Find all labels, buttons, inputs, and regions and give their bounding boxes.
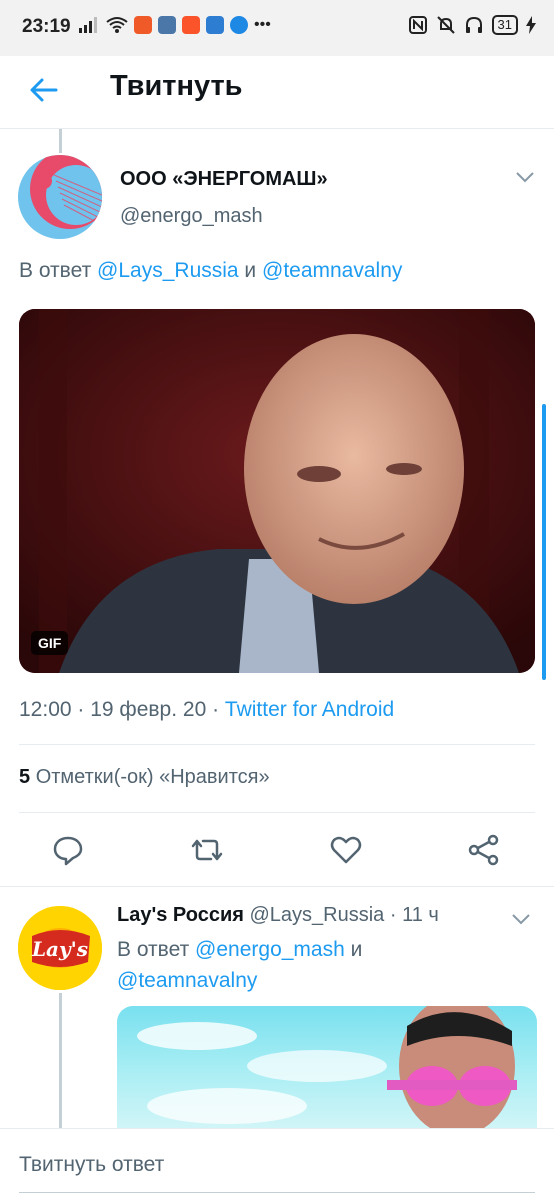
tweet-time: 12:00	[19, 698, 72, 721]
input-underline	[19, 1192, 535, 1193]
like-heart-icon[interactable]	[328, 832, 364, 868]
reply-prefix: В ответ	[19, 259, 98, 282]
share-icon[interactable]	[466, 832, 502, 868]
author-handle[interactable]: @energo_mash	[120, 205, 263, 228]
battery-indicator: 31	[491, 15, 518, 35]
mute-icon	[436, 16, 455, 34]
shield-app-icon	[206, 16, 224, 34]
status-icons-right: 31	[408, 15, 536, 35]
lays-logo-text: Lay's	[31, 937, 88, 961]
more-notifications-icon: •••	[254, 16, 271, 33]
divider	[0, 886, 554, 887]
wifi-icon	[106, 17, 128, 33]
meta-dot: ·	[389, 904, 403, 926]
tweet-source-link[interactable]: Twitter for Android	[225, 698, 394, 721]
scrollbar[interactable]	[542, 404, 546, 680]
reply-media[interactable]	[117, 1006, 537, 1136]
reply-icon[interactable]	[50, 832, 86, 868]
brave-icon	[182, 16, 200, 34]
chevron-down-icon[interactable]	[510, 912, 532, 926]
mention-link[interactable]: @Lays_Russia	[97, 259, 239, 282]
status-icons-left: •••	[78, 16, 271, 34]
avatar[interactable]	[18, 155, 102, 239]
reply-composer[interactable]: Твитнуть ответ	[0, 1128, 554, 1201]
tweet-gif[interactable]: GIF	[19, 309, 535, 673]
app-notification-icon	[134, 16, 152, 34]
likes-label: Отметки(-ок) «Нравится»	[35, 766, 270, 788]
reply-and: и	[344, 938, 363, 961]
likes-count-row[interactable]: 5 Отметки(-ок) «Нравится»	[19, 766, 270, 789]
reply-context: В ответ @energo_mash и @teamnavalny	[117, 934, 477, 996]
reply-context: В ответ @Lays_Russia и @teamnavalny	[19, 259, 402, 283]
divider	[19, 812, 535, 813]
gif-badge: GIF	[31, 631, 69, 655]
reply-and: и	[238, 259, 262, 282]
browser-icon	[230, 16, 248, 34]
avatar[interactable]: Lay's	[18, 906, 102, 990]
tweet-actions	[0, 832, 554, 872]
reply-author-name[interactable]: Lay's Россия	[117, 904, 244, 926]
app-bar: Твитнуть	[0, 56, 554, 129]
headphones-icon	[465, 16, 482, 33]
lays-logo-icon: Lay's	[18, 906, 102, 990]
reply-input[interactable]: Твитнуть ответ	[19, 1153, 164, 1177]
meta-dot: ·	[212, 698, 225, 721]
mention-link[interactable]: @energo_mash	[195, 938, 345, 961]
mention-link[interactable]: @teamnavalny	[262, 259, 402, 282]
meta-dot: ·	[77, 698, 91, 721]
likes-count: 5	[19, 766, 31, 788]
tweet-meta: 12:00 · 19 февр. 20 · Twitter for Androi…	[19, 698, 394, 722]
author-name[interactable]: ООО «ЭНЕРГОМАШ»	[120, 168, 328, 191]
reply-prefix: В ответ	[117, 938, 196, 961]
charging-icon	[526, 16, 536, 34]
thread-line	[59, 993, 62, 1133]
page-title: Твитнуть	[110, 70, 243, 102]
thread-line	[59, 129, 62, 153]
tweet-date: 19 февр. 20	[90, 698, 207, 721]
status-time: 23:19	[22, 16, 71, 37]
signal-icon	[79, 17, 97, 33]
gif-frame-image	[19, 309, 535, 673]
reply-author-handle[interactable]: @Lays_Russia	[249, 904, 384, 926]
retweet-icon[interactable]	[189, 832, 225, 868]
divider	[19, 744, 535, 745]
avatar-energomash-image	[18, 155, 102, 239]
reply-age: 11 ч	[402, 904, 439, 926]
chevron-down-icon[interactable]	[514, 170, 536, 184]
back-arrow-icon[interactable]	[26, 72, 62, 108]
reply-media-image	[137, 1006, 517, 1136]
nfc-icon	[408, 16, 427, 34]
reply-tweet-header: Lay's Россия @Lays_Russia · 11 ч	[117, 904, 439, 927]
vk-icon	[158, 16, 176, 34]
mention-link[interactable]: @teamnavalny	[117, 969, 257, 992]
status-bar: 23:19 ••• 31	[0, 0, 554, 56]
